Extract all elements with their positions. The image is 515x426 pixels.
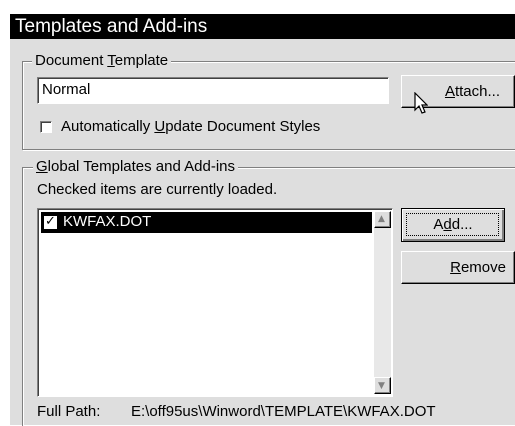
list-item-checkbox[interactable]: ✓ bbox=[44, 214, 57, 229]
scroll-up-icon: ▲ bbox=[378, 214, 385, 224]
templates-listbox[interactable]: ✓ KWFAX.DOT ▲ ▼ bbox=[37, 208, 393, 397]
auto-update-label[interactable]: Automatically Update Document Styles bbox=[61, 118, 320, 136]
list-item-label: KWFAX.DOT bbox=[63, 213, 152, 230]
dialog-title: Templates and Add-ins bbox=[10, 14, 515, 39]
add-button-focus-rect bbox=[406, 213, 499, 236]
scroll-up-button[interactable]: ▲ bbox=[374, 211, 391, 228]
full-path-label: Full Path: bbox=[37, 403, 101, 420]
list-item[interactable]: ✓ KWFAX.DOT bbox=[41, 212, 372, 233]
add-button[interactable]: Add... bbox=[401, 208, 505, 242]
template-name-field[interactable]: Normal bbox=[37, 77, 389, 104]
scroll-down-button[interactable]: ▼ bbox=[374, 377, 391, 394]
template-name-value: Normal bbox=[42, 81, 91, 98]
loaded-items-note: Checked items are currently loaded. bbox=[37, 181, 278, 198]
remove-button[interactable]: Remove bbox=[401, 251, 515, 284]
checkmark-icon: ✓ bbox=[45, 214, 56, 229]
list-scrollbar[interactable] bbox=[374, 211, 391, 394]
document-template-group-label: Document Template bbox=[32, 52, 172, 70]
full-path-value: E:\off95us\Winword\TEMPLATE\KWFAX.DOT bbox=[131, 403, 436, 420]
mouse-pointer-icon bbox=[414, 92, 428, 114]
global-templates-group-label: Global Templates and Add-ins bbox=[33, 158, 239, 176]
auto-update-checkbox[interactable] bbox=[40, 121, 52, 133]
scroll-down-icon: ▼ bbox=[378, 381, 385, 391]
